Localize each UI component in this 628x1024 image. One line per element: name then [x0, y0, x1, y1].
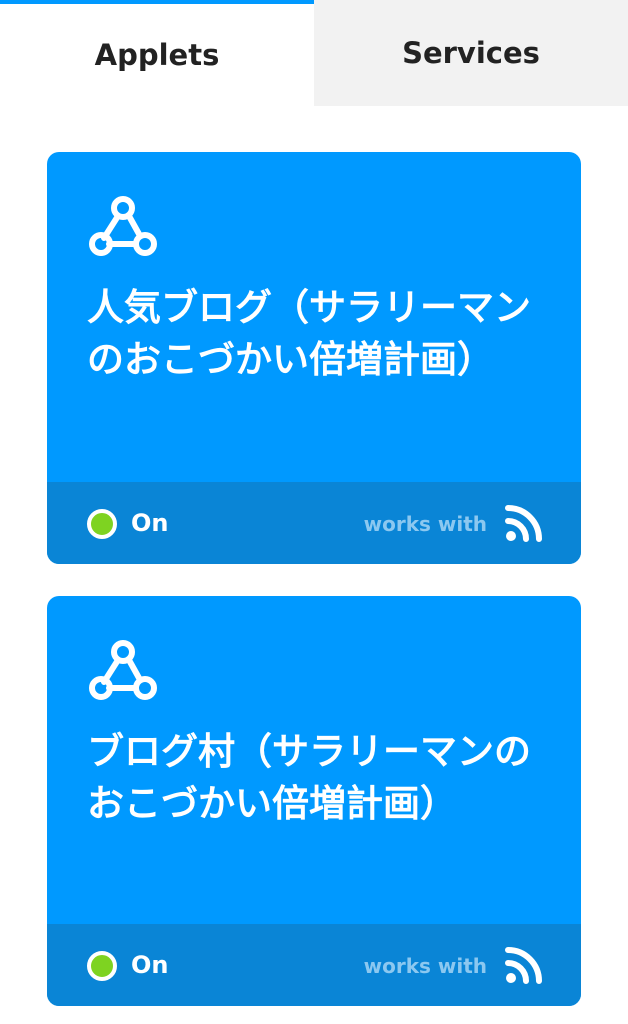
tab-services-label: Services [402, 36, 540, 70]
status-on-indicator [87, 509, 117, 539]
webhook-icon [89, 640, 157, 700]
works-with-label: works with [363, 512, 487, 536]
applet-card[interactable]: ブログ村（サラリーマンのおこづかい倍増計画） On works with [47, 596, 581, 1006]
status-on-indicator [87, 951, 117, 981]
applet-title: ブログ村（サラリーマンのおこづかい倍増計画） [87, 730, 531, 825]
rss-icon [505, 505, 542, 542]
applet-footer: On works with [47, 482, 581, 564]
tab-applets[interactable]: Applets [0, 0, 314, 106]
webhook-icon [89, 196, 157, 256]
applet-card[interactable]: 人気ブログ（サラリーマンのおこづかい倍増計画） On works with [47, 152, 581, 564]
status-label: On [131, 509, 169, 537]
applet-title: 人気ブログ（サラリーマンのおこづかい倍増計画） [87, 286, 531, 381]
tab-services[interactable]: Services [314, 0, 628, 106]
applet-footer: On works with [47, 924, 581, 1006]
status-label: On [131, 951, 169, 979]
tab-bar: Applets Services [0, 0, 628, 106]
works-with-label: works with [363, 954, 487, 978]
tab-applets-label: Applets [94, 38, 220, 72]
rss-icon [505, 947, 542, 984]
